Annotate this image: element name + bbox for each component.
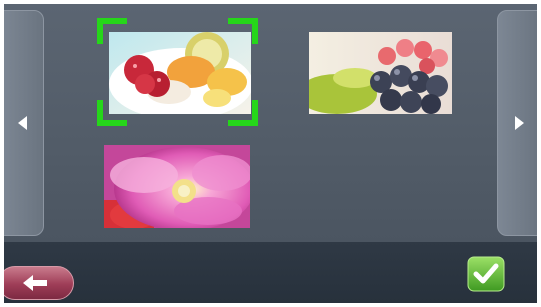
next-page-button[interactable] [497,10,537,236]
grapes-image [309,32,452,114]
fruit-image [109,32,251,114]
flower-image [104,145,250,228]
back-button[interactable] [4,266,74,300]
photo-flower[interactable] [104,145,250,228]
photo-gallery-screen [4,4,537,303]
previous-page-button[interactable] [4,10,44,236]
photo-grapes[interactable] [309,32,452,114]
triangle-left-icon [17,116,27,130]
photo-gallery-area [4,4,537,242]
checkmark-icon [467,256,505,292]
bottom-toolbar [4,242,537,303]
triangle-right-icon [514,116,524,130]
arrow-left-icon [23,275,47,291]
confirm-button[interactable] [467,256,505,292]
photo-fruit[interactable] [109,32,251,114]
